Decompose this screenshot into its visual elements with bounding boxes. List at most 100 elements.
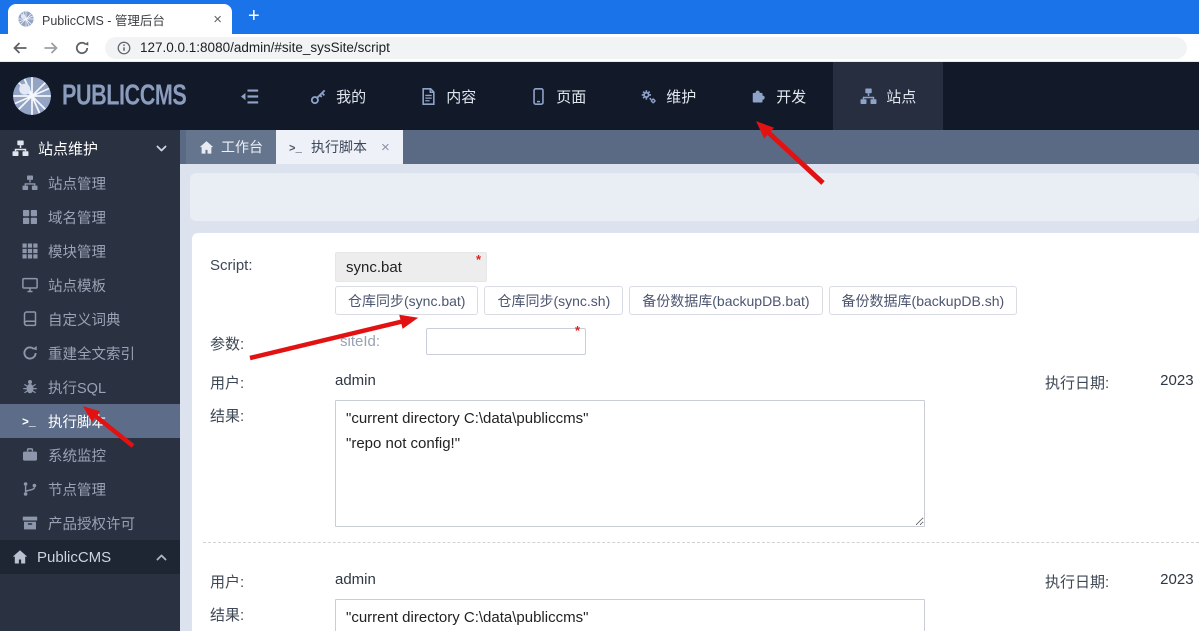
- sidebar-item-label: 执行脚本: [48, 414, 106, 431]
- param-field-name: siteId:: [340, 333, 381, 350]
- user-value: admin: [335, 372, 376, 389]
- script-preset-button[interactable]: 仓库同步(sync.bat): [335, 286, 479, 315]
- script-log-record: 用户: admin 执行日期: 2023 结果:: [203, 542, 1199, 631]
- exec-date-value: 2023: [1160, 372, 1194, 389]
- sitemap-icon: [860, 88, 877, 105]
- sidebar-item[interactable]: 自定义词典: [0, 302, 180, 336]
- result-label: 结果:: [210, 408, 245, 425]
- sidebar-item-label: 域名管理: [48, 210, 106, 227]
- sidebar-item[interactable]: 模块管理: [0, 234, 180, 268]
- sidebar-item[interactable]: 执行SQL: [0, 370, 180, 404]
- sidebar-filler: [0, 574, 180, 631]
- top-nav-item[interactable]: 页面: [503, 62, 613, 130]
- sitemap-icon: [12, 140, 29, 157]
- desktop-icon: [22, 277, 38, 293]
- sidebar-items: 站点管理域名管理模块管理站点模板 自定义词典 重建全文索引执行SQL >_ 执行脚本系统…: [0, 166, 180, 540]
- refresh-icon: [22, 345, 38, 361]
- top-nav-item[interactable]: 内容: [393, 62, 503, 130]
- url-text: 127.0.0.1:8080/admin/#site_sysSite/scrip…: [140, 40, 390, 55]
- exec-date-value: 2023: [1160, 571, 1194, 588]
- sidebar-item[interactable]: 重建全文索引: [0, 336, 180, 370]
- sidebar-footer-publiccms[interactable]: PublicCMS: [0, 540, 180, 574]
- sidebar-item-label: 节点管理: [48, 482, 106, 499]
- sidebar-footer-label: PublicCMS: [37, 548, 112, 566]
- sidebar-item[interactable]: >_ 执行脚本: [0, 404, 180, 438]
- sidebar: 站点维护 站点管理域名管理模块管理站点模板 自定义词典 重建全文索引执行SQL >_ 执…: [0, 130, 180, 631]
- tab-close-icon[interactable]: ×: [213, 12, 222, 27]
- tab-close-icon[interactable]: ×: [381, 140, 390, 155]
- sidebar-item-label: 产品授权许可: [48, 516, 135, 533]
- brand-wordmark: PUBLICCMS: [62, 79, 187, 112]
- sidebar-item-label: 站点管理: [48, 176, 106, 193]
- th-icon: [22, 243, 38, 259]
- script-log-records: 用户: admin 执行日期: 2023 结果: 用户: admin 执行日期:…: [203, 367, 1199, 631]
- gears-icon: [640, 88, 657, 105]
- siteid-input[interactable]: [426, 328, 587, 355]
- required-asterisk: *: [475, 252, 481, 267]
- bug-icon: [22, 379, 38, 395]
- script-preset-button[interactable]: 备份数据库(backupDB.bat): [629, 286, 823, 315]
- info-icon[interactable]: [117, 41, 131, 55]
- top-nav-label: 开发: [776, 88, 807, 106]
- address-bar[interactable]: 127.0.0.1:8080/admin/#site_sysSite/scrip…: [105, 36, 1187, 59]
- top-nav-label: 站点: [886, 88, 917, 106]
- result-textarea[interactable]: [335, 400, 925, 527]
- forward-icon[interactable]: [43, 40, 59, 56]
- exec-date-label: 执行日期:: [1045, 574, 1110, 591]
- briefcase-icon: [22, 447, 38, 463]
- sidebar-item[interactable]: 节点管理: [0, 472, 180, 506]
- param-label: 参数:: [210, 336, 245, 353]
- workspace-tab-label: 执行脚本: [311, 139, 367, 155]
- top-nav: 我的 内容 页面 维护 开发 站点: [283, 62, 944, 130]
- outdent-icon: [240, 87, 259, 106]
- home-icon: [199, 140, 214, 155]
- sidebar-item[interactable]: 站点模板: [0, 268, 180, 302]
- sidebar-toggle-button[interactable]: [216, 62, 283, 130]
- reload-icon[interactable]: [74, 40, 90, 56]
- branch-icon: [22, 481, 38, 497]
- result-textarea[interactable]: [335, 599, 925, 631]
- top-nav-item[interactable]: 开发: [723, 62, 833, 130]
- chevron-up-icon: [155, 551, 168, 564]
- back-icon[interactable]: [12, 40, 28, 56]
- script-log-record: 用户: admin 执行日期: 2023 结果:: [210, 367, 1199, 527]
- app-header: PUBLICCMS 我的 内容 页面 维护 开发 站点: [0, 62, 1199, 130]
- sidebar-item[interactable]: 产品授权许可: [0, 506, 180, 540]
- script-preset-button[interactable]: 仓库同步(sync.sh): [484, 286, 624, 315]
- script-input[interactable]: [335, 252, 487, 282]
- key-icon: [310, 88, 327, 105]
- sidebar-item[interactable]: 站点管理: [0, 166, 180, 200]
- script-preset-buttons: 仓库同步(sync.bat) 仓库同步(sync.sh) 备份数据库(backupD…: [335, 286, 1018, 315]
- sitemap-icon: [22, 175, 38, 191]
- top-nav-item[interactable]: 我的: [283, 62, 393, 130]
- workspace-tab[interactable]: >_ 执行脚本 ×: [276, 130, 403, 164]
- sidebar-item-label: 模块管理: [48, 244, 106, 261]
- exec-date-label: 执行日期:: [1045, 375, 1110, 392]
- svg-text:>_: >_: [289, 143, 302, 154]
- home-icon: [12, 549, 28, 565]
- user-label: 用户:: [210, 574, 245, 591]
- param-row: 参数: siteId: *: [210, 323, 1199, 355]
- svg-text:>_: >_: [22, 417, 36, 430]
- publiccms-logo-icon: [12, 76, 52, 116]
- browser-toolbar: 127.0.0.1:8080/admin/#site_sysSite/scrip…: [0, 34, 1199, 62]
- content-area: 工作台 >_ 执行脚本 × Script: * 仓库同步(sync.bat)仓库同步(…: [180, 130, 1199, 631]
- file-icon: [420, 87, 437, 105]
- script-preset-button[interactable]: 备份数据库(backupDB.sh): [828, 286, 1018, 315]
- workspace-tab[interactable]: 工作台: [186, 130, 276, 164]
- required-asterisk: *: [574, 323, 581, 338]
- sidebar-section-header[interactable]: 站点维护: [0, 130, 180, 166]
- terminal-icon: >_: [289, 140, 304, 154]
- script-form-card: Script: * 仓库同步(sync.bat)仓库同步(sync.sh)备份数…: [192, 233, 1199, 631]
- sidebar-item[interactable]: 系统监控: [0, 438, 180, 472]
- workspace-tab-label: 工作台: [221, 139, 263, 155]
- sidebar-item-label: 执行SQL: [48, 380, 107, 397]
- sidebar-item-label: 系统监控: [48, 448, 106, 465]
- top-nav-item[interactable]: 站点: [833, 62, 944, 130]
- browser-tab[interactable]: PublicCMS - 管理后台 ×: [8, 4, 232, 34]
- th-large-icon: [22, 209, 38, 225]
- archive-icon: [22, 515, 38, 531]
- sidebar-item[interactable]: 域名管理: [0, 200, 180, 234]
- top-nav-item[interactable]: 维护: [613, 62, 723, 130]
- new-tab-button[interactable]: +: [248, 6, 260, 26]
